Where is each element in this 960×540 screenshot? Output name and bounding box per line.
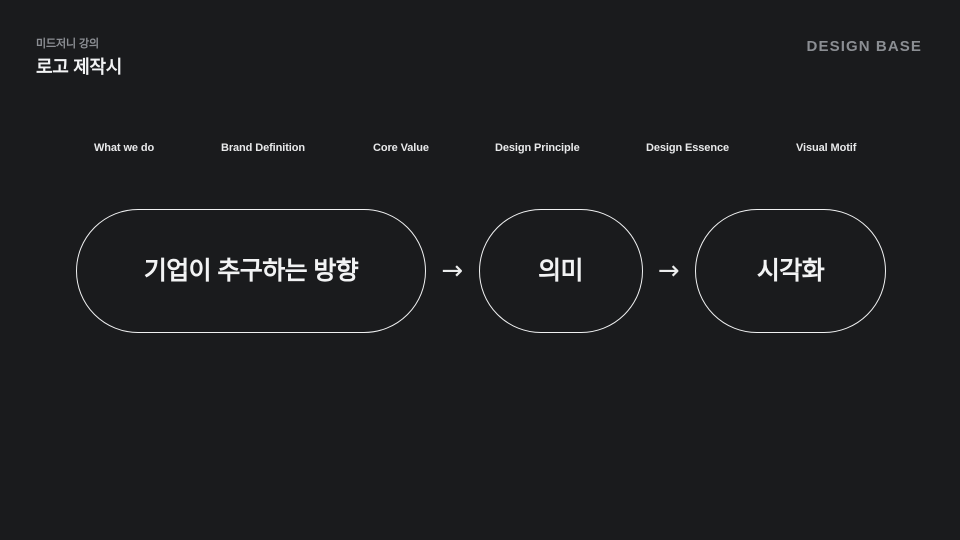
step-label-design-principle: Design Principle — [495, 142, 580, 154]
step-label-visual-motif: Visual Motif — [796, 142, 857, 154]
arrow-right-icon: → — [657, 256, 680, 286]
flow-node-visualization: 시각화 — [695, 209, 886, 333]
flow-node-direction: 기업이 추구하는 방향 — [76, 209, 426, 333]
flow-node-label: 의미 — [538, 257, 583, 285]
step-label-design-essence: Design Essence — [646, 142, 729, 154]
flow-node-meaning: 의미 — [478, 209, 643, 333]
page-title: 로고 제작시 — [36, 57, 123, 77]
step-label-core-value: Core Value — [373, 142, 429, 154]
flow-node-label: 시각화 — [756, 257, 825, 285]
step-label-row: What we do Brand Definition Core Value D… — [0, 140, 960, 158]
step-label-brand-definition: Brand Definition — [221, 142, 305, 154]
slide-header: 미드저니 강의 로고 제작시 — [36, 36, 122, 78]
brand-logo: DESIGN BASE — [806, 38, 922, 55]
flow-node-label: 기업이 추구하는 방향 — [143, 257, 359, 285]
header-eyebrow: 미드저니 강의 — [36, 38, 100, 50]
step-label-what-we-do: What we do — [94, 142, 155, 154]
flow-diagram: 기업이 추구하는 방향 → 의미 → 시각화 — [76, 209, 886, 333]
arrow-right-icon: → — [441, 256, 464, 286]
slide-canvas: 미드저니 강의 로고 제작시 DESIGN BASE What we do Br… — [0, 0, 960, 540]
